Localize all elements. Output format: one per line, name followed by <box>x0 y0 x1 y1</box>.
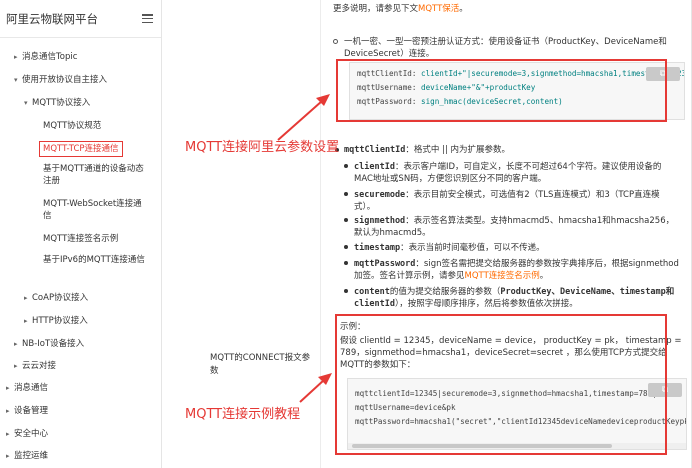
sidebar-item-nbiot[interactable]: ▸ NB-IoT设备接入 <box>0 338 84 350</box>
list-item: 一机一密、一型一密预注册认证方式：使用设备证书（ProductKey、Devic… <box>333 36 678 60</box>
caret-right-icon: ▸ <box>24 294 28 302</box>
sidebar-item-http[interactable]: ▸ HTTP协议接入 <box>0 315 88 327</box>
active-item-label: MQTT-TCP连接通信 <box>39 141 123 157</box>
sidebar-nav: ▸ 消息通信Topic ▾ 使用开放协议自主接入 ▾ MQTT协议接入 MQTT… <box>0 38 161 461</box>
caret-right-icon: ▸ <box>6 384 10 392</box>
annotation-example-tutorial: MQTT连接示例教程 <box>185 407 301 422</box>
sidebar-item-mqtt[interactable]: ▾ MQTT协议接入 <box>0 97 90 109</box>
sign-example-link[interactable]: MQTT连接签名示例 <box>465 271 540 281</box>
sidebar-item-device-mgmt[interactable]: ▸ 设备管理 <box>0 405 48 417</box>
sidebar-item-dynamic-register[interactable]: 基于MQTT通道的设备动态注册 <box>0 163 162 187</box>
mqtt-keepalive-link[interactable]: MQTT保活 <box>418 4 459 14</box>
caret-right-icon: ▸ <box>14 362 18 370</box>
caret-down-icon: ▾ <box>24 99 28 107</box>
sidebar-item-coap[interactable]: ▸ CoAP协议接入 <box>0 292 88 304</box>
client-id-desc-head: mqttClientId：格式中 || 内为扩展参数。 <box>335 144 510 156</box>
table-row-label: MQTT的CONNECT报文参数 <box>210 353 311 376</box>
list-item: content的值为提交给服务器的参数（ProductKey、DeviceNam… <box>344 286 679 310</box>
sidebar-item-mqtt-spec[interactable]: MQTT协议规范 <box>0 120 117 132</box>
bullet-icon <box>344 261 348 265</box>
highlight-box-example <box>335 314 667 455</box>
sidebar-item-security[interactable]: ▸ 安全中心 <box>0 428 48 440</box>
sidebar-item-mqtt-tcp[interactable]: MQTT-TCP连接通信 <box>0 141 139 157</box>
bullet-icon <box>344 218 348 222</box>
arrow-line <box>277 100 323 141</box>
list-item: securemode：表示目前安全模式，可选值有2（TLS直连模式）和3（TCP… <box>344 189 679 213</box>
list-item: timestamp：表示当前时间毫秒值，可以不传递。 <box>344 242 679 254</box>
menu-toggle-icon[interactable] <box>142 14 153 23</box>
highlight-box-params <box>336 59 667 122</box>
bullet-icon <box>344 192 348 196</box>
bullet-icon <box>344 164 348 168</box>
sidebar-title: 阿里云物联网平台 <box>6 11 98 26</box>
bullet-icon <box>344 289 348 293</box>
list-item: mqttPassword：sign签名需把提交给服务器的参数按字典排序后，根据s… <box>344 258 679 282</box>
caret-down-icon: ▾ <box>14 76 18 84</box>
bullet-icon <box>344 245 348 249</box>
sidebar-item-cloud[interactable]: ▸ 云云对接 <box>0 360 56 372</box>
sidebar-item-websocket[interactable]: MQTT-WebSocket连接通信 <box>0 198 162 222</box>
list-item: clientId：表示客户端ID，可自定义，长度不可超过64个字符。建议使用设备… <box>344 161 679 185</box>
caret-right-icon: ▸ <box>6 452 10 460</box>
caret-right-icon: ▸ <box>6 430 10 438</box>
sidebar-item-messaging[interactable]: ▸ 消息通信 <box>0 382 48 394</box>
sidebar-item-ipv6[interactable]: 基于IPv6的MQTT连接通信 <box>0 254 162 266</box>
caret-right-icon: ▸ <box>24 317 28 325</box>
sidebar-item-sign-example[interactable]: MQTT连接签名示例 <box>0 233 134 245</box>
caret-right-icon: ▸ <box>14 340 18 348</box>
sidebar-item-monitoring[interactable]: ▸ 监控运维 <box>0 450 48 462</box>
sidebar-header: 阿里云物联网平台 <box>0 0 161 38</box>
caret-right-icon: ▸ <box>6 407 10 415</box>
top-line: 更多说明，请参见下文MQTT保活。 <box>333 4 468 14</box>
bullet-icon <box>333 39 338 44</box>
caret-right-icon: ▸ <box>14 53 18 61</box>
sidebar-item-open-protocol[interactable]: ▾ 使用开放协议自主接入 <box>0 74 107 86</box>
sidebar: 阿里云物联网平台 ▸ 消息通信Topic ▾ 使用开放协议自主接入 ▾ MQTT… <box>0 0 162 468</box>
annotation-params-setting: MQTT连接阿里云参数设置 <box>185 140 340 155</box>
sidebar-item-topic[interactable]: ▸ 消息通信Topic <box>0 51 77 63</box>
list-item: signmethod：表示签名算法类型。支持hmacmd5、hmacsha1和h… <box>344 215 679 239</box>
